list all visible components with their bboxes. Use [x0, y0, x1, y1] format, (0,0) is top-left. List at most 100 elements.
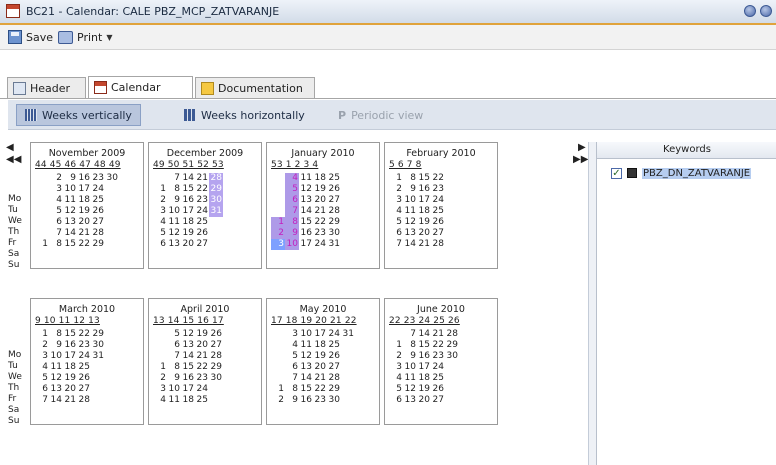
day-cell[interactable]: 13 — [63, 217, 77, 228]
day-cell[interactable]: 28 — [209, 173, 223, 184]
day-cell[interactable]: 18 — [417, 206, 431, 217]
day-cell[interactable]: 2 — [389, 351, 403, 362]
day-cell[interactable]: 5 — [389, 217, 403, 228]
day-cell[interactable]: 13 — [167, 239, 181, 250]
chevron-down-icon[interactable]: ▼ — [106, 33, 112, 42]
day-cell[interactable]: 8 — [403, 173, 417, 184]
day-cell[interactable]: 23 — [77, 340, 91, 351]
day-cell[interactable]: 9 — [285, 228, 299, 239]
day-cell[interactable]: 30 — [327, 395, 341, 406]
day-cell[interactable]: 29 — [209, 184, 223, 195]
day-cell[interactable]: 1 — [153, 362, 167, 373]
day-cell[interactable]: 4 — [389, 206, 403, 217]
day-cell[interactable]: 18 — [313, 340, 327, 351]
day-cell[interactable]: 24 — [327, 329, 341, 340]
day-cell[interactable]: 16 — [299, 228, 313, 239]
day-cell[interactable]: 22 — [431, 340, 445, 351]
day-cell[interactable]: 8 — [49, 239, 63, 250]
day-cell[interactable]: 5 — [49, 206, 63, 217]
day-cell[interactable]: 8 — [285, 217, 299, 228]
day-cell[interactable]: 4 — [153, 395, 167, 406]
day-cell[interactable]: 15 — [181, 362, 195, 373]
day-cell[interactable]: 20 — [417, 395, 431, 406]
day-cell[interactable]: 21 — [195, 351, 209, 362]
day-cell[interactable]: 24 — [431, 195, 445, 206]
day-cell[interactable]: 3 — [271, 239, 285, 250]
weeks-horizontally-button[interactable]: Weeks horizontally — [176, 104, 313, 126]
day-cell[interactable]: 2 — [271, 395, 285, 406]
day-cell[interactable]: 30 — [209, 195, 223, 206]
day-cell[interactable]: 26 — [431, 217, 445, 228]
day-cell[interactable]: 2 — [49, 173, 63, 184]
day-cell[interactable]: 3 — [285, 329, 299, 340]
day-cell[interactable]: 3 — [153, 206, 167, 217]
day-cell[interactable]: 29 — [91, 239, 105, 250]
day-cell[interactable]: 8 — [167, 184, 181, 195]
day-cell[interactable]: 4 — [389, 373, 403, 384]
day-cell[interactable]: 25 — [77, 362, 91, 373]
panel-splitter[interactable] — [588, 142, 596, 465]
day-cell[interactable]: 20 — [313, 195, 327, 206]
day-cell[interactable]: 5 — [153, 228, 167, 239]
day-cell[interactable]: 3 — [153, 384, 167, 395]
day-cell[interactable]: 27 — [77, 384, 91, 395]
day-cell[interactable]: 9 — [167, 373, 181, 384]
day-cell[interactable]: 24 — [195, 384, 209, 395]
day-cell[interactable]: 2 — [389, 184, 403, 195]
day-cell[interactable]: 2 — [35, 340, 49, 351]
day-cell[interactable]: 17 — [299, 239, 313, 250]
day-cell[interactable]: 19 — [313, 184, 327, 195]
day-cell[interactable]: 6 — [285, 362, 299, 373]
day-cell[interactable]: 21 — [63, 395, 77, 406]
day-cell[interactable]: 5 — [285, 351, 299, 362]
day-cell[interactable]: 28 — [327, 206, 341, 217]
day-cell[interactable]: 6 — [285, 195, 299, 206]
day-cell[interactable]: 25 — [431, 206, 445, 217]
day-cell[interactable]: 11 — [167, 395, 181, 406]
day-cell[interactable]: 8 — [167, 362, 181, 373]
day-cell[interactable]: 15 — [63, 239, 77, 250]
day-cell[interactable]: 14 — [181, 351, 195, 362]
day-cell[interactable]: 16 — [181, 195, 195, 206]
day-cell[interactable]: 7 — [167, 173, 181, 184]
day-cell[interactable]: 25 — [431, 373, 445, 384]
day-cell[interactable]: 20 — [417, 228, 431, 239]
day-cell[interactable]: 17 — [417, 195, 431, 206]
tab-documentation[interactable]: Documentation — [195, 77, 315, 98]
day-cell[interactable]: 11 — [299, 173, 313, 184]
day-cell[interactable]: 9 — [49, 340, 63, 351]
day-cell[interactable]: 14 — [63, 228, 77, 239]
day-cell[interactable]: 30 — [209, 373, 223, 384]
day-cell[interactable]: 26 — [327, 184, 341, 195]
day-cell[interactable]: 3 — [49, 184, 63, 195]
day-cell[interactable]: 15 — [181, 184, 195, 195]
day-cell[interactable]: 26 — [431, 384, 445, 395]
day-cell[interactable]: 12 — [403, 217, 417, 228]
day-cell[interactable]: 5 — [285, 184, 299, 195]
day-cell[interactable]: 26 — [195, 228, 209, 239]
day-cell[interactable]: 7 — [403, 329, 417, 340]
day-cell[interactable]: 21 — [313, 373, 327, 384]
day-cell[interactable]: 1 — [35, 239, 49, 250]
maximize-button[interactable] — [760, 5, 772, 17]
day-cell[interactable]: 23 — [195, 373, 209, 384]
day-cell[interactable]: 8 — [403, 340, 417, 351]
day-cell[interactable]: 30 — [105, 173, 119, 184]
day-cell[interactable]: 21 — [77, 228, 91, 239]
weeks-vertically-button[interactable]: Weeks vertically — [16, 104, 141, 126]
day-cell[interactable]: 22 — [77, 329, 91, 340]
day-cell[interactable]: 26 — [209, 329, 223, 340]
day-cell[interactable]: 13 — [403, 395, 417, 406]
day-cell[interactable]: 25 — [91, 195, 105, 206]
day-cell[interactable]: 6 — [35, 384, 49, 395]
day-cell[interactable]: 13 — [299, 195, 313, 206]
day-cell[interactable]: 13 — [403, 228, 417, 239]
day-cell[interactable]: 16 — [77, 173, 91, 184]
day-cell[interactable]: 6 — [49, 217, 63, 228]
day-cell[interactable]: 9 — [403, 351, 417, 362]
day-cell[interactable]: 16 — [63, 340, 77, 351]
day-cell[interactable]: 22 — [313, 384, 327, 395]
day-cell[interactable]: 2 — [153, 373, 167, 384]
day-cell[interactable]: 8 — [49, 329, 63, 340]
day-cell[interactable]: 17 — [63, 351, 77, 362]
